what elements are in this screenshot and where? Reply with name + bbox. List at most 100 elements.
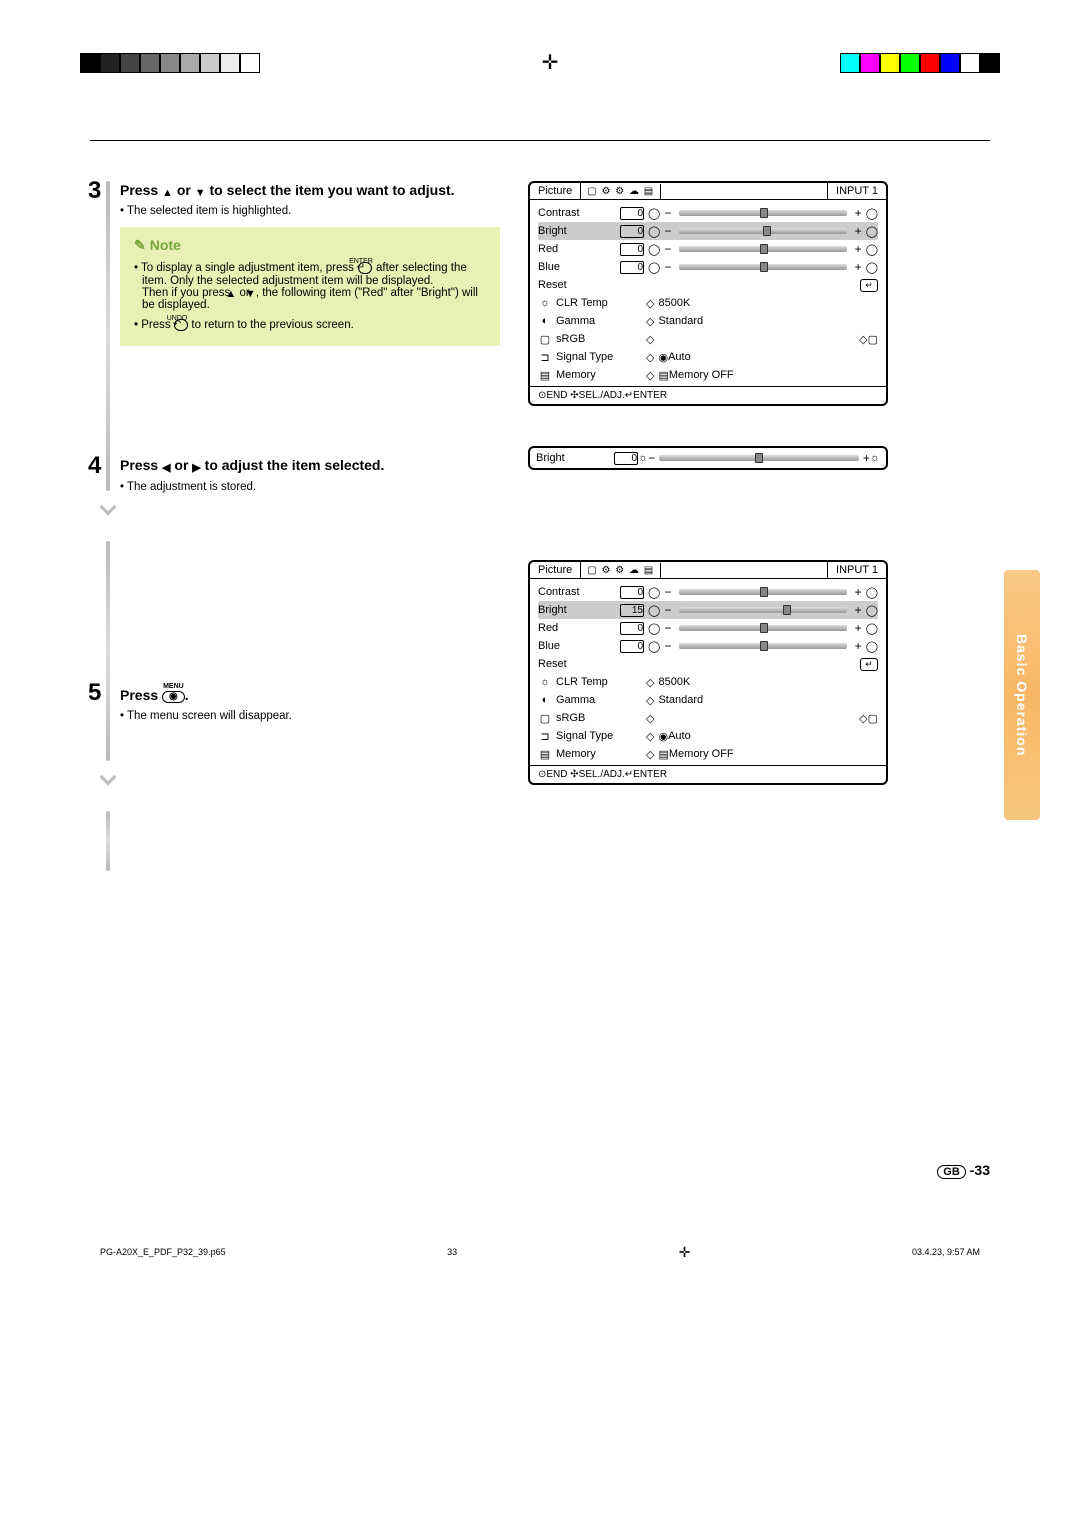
slider-track (659, 455, 859, 461)
step-strip (106, 541, 110, 761)
plus-icon: + (863, 451, 870, 465)
row-label: Contrast (538, 586, 616, 598)
osd-row-reset: Reset↵ (538, 655, 878, 673)
setting-icon: ⊐ (538, 351, 552, 364)
txt: To display a single adjustment item, pre… (141, 262, 357, 274)
txt: Then if you press (142, 287, 233, 299)
registration-mark-icon: ✛ (679, 1244, 691, 1261)
setting-label: sRGB (556, 333, 646, 345)
osd-row-red: Red 0 ◯ − + ◯ (538, 240, 878, 258)
diamond-icon: ◇ (646, 676, 654, 689)
plus-icon: + (855, 242, 862, 256)
diamond-icon: ◇ (646, 712, 654, 725)
diamond-icon: ◇ (646, 694, 654, 707)
setting-icon: ▤ (538, 369, 552, 382)
txt: to select the item you want to adjust. (206, 182, 455, 198)
osd-setting-memory: ▤ Memory ◇▤Memory OFF (538, 745, 878, 763)
slider-track (679, 643, 846, 649)
footer-page: 33 (447, 1247, 457, 1257)
osd-single-item: Bright 0 ☼ − + ☼ (528, 446, 888, 470)
osd-input-badge: INPUT 1 (827, 183, 886, 199)
section-tab-label: Basic Operation (1014, 634, 1030, 756)
osd-row-reset: Reset↵ (538, 276, 878, 294)
enter-key-icon: ↵ (358, 262, 372, 274)
step-title: Press ◀ or ▶ to adjust the item selected… (120, 456, 500, 474)
setting-label: Signal Type (556, 730, 646, 742)
step-number: 4 (88, 452, 101, 480)
row-value: 0 (620, 586, 644, 599)
adjust-icon: ◯ (648, 586, 660, 599)
chevron-down-icon (100, 769, 117, 786)
txt: Press (120, 182, 162, 198)
page-num-text: -33 (970, 1162, 990, 1178)
up-triangle-icon: ▲ (233, 288, 236, 300)
diamond-icon: ◇ (646, 369, 654, 382)
minus-icon: − (664, 242, 671, 256)
osd-setting-signal-type: ⊐ Signal Type ◇◉Auto (538, 727, 878, 745)
row-value: 0 (620, 225, 644, 238)
footer-datetime: 03.4.23, 9:57 AM (912, 1247, 980, 1257)
down-triangle-icon: ▼ (195, 186, 206, 200)
down-triangle-icon: ▼ (253, 288, 256, 300)
diamond-icon: ◇ (646, 333, 654, 346)
footer-file: PG-A20X_E_PDF_P32_39.p65 (100, 1247, 226, 1257)
adjust-icon: ◯ (648, 640, 660, 653)
txt: or (173, 182, 195, 198)
menu-key-icon: ◉ (162, 691, 185, 703)
setting-icon: ☼ (538, 297, 552, 309)
note-label: Note (150, 237, 181, 253)
osd-row-bright: Bright 0 ◯ − + ◯ (538, 222, 878, 240)
adjust-icon: ◯ (648, 243, 660, 256)
osd-setting-clr-temp: ☼ CLR Temp ◇8500K (538, 294, 878, 312)
txt: Press (120, 457, 162, 473)
setting-label: Gamma (556, 315, 646, 327)
row-label: Bright (538, 225, 616, 237)
sun-icon: ☼ (638, 452, 648, 464)
step-number: 3 (88, 177, 101, 205)
step-5: 5 Press MENU◉. • The menu screen will di… (90, 683, 500, 722)
setting-label: Gamma (556, 694, 646, 706)
txt: to adjust the item selected. (201, 457, 385, 473)
osd-row-blue: Blue 0 ◯ − + ◯ (538, 637, 878, 655)
adjust-icon: ◯ (866, 261, 878, 274)
osd-row-bright: Bright 15 ◯ − + ◯ (538, 601, 878, 619)
adjust-icon: ◯ (648, 207, 660, 220)
setting-icon: ▢ (538, 333, 552, 346)
osd-footer: ⊙END ✣SEL./ADJ.↵ENTER (530, 765, 886, 783)
row-label: Blue (538, 640, 616, 652)
step-title: Press ▲ or ▼ to select the item you want… (120, 181, 500, 199)
setting-label: Memory (556, 748, 646, 760)
adjust-icon: ◯ (648, 225, 660, 238)
enter-icon: ↵ (860, 279, 878, 292)
osd-footer: ⊙END ✣SEL./ADJ.↵ENTER (530, 386, 886, 404)
setting-value: 8500K (658, 297, 690, 309)
slider-knob (760, 587, 768, 597)
slider-track (679, 228, 846, 234)
slider-track (679, 210, 846, 216)
osd-setting-memory: ▤ Memory ◇▤Memory OFF (538, 366, 878, 384)
plus-icon: + (855, 603, 862, 617)
plus-icon: + (855, 260, 862, 274)
toggle-icon: ◇▢ (859, 712, 878, 725)
step-strip (106, 811, 110, 871)
memory-icon: ▤ (658, 748, 668, 761)
auto-icon: ◉ (658, 730, 668, 743)
slider-track (679, 246, 846, 252)
footer: PG-A20X_E_PDF_P32_39.p65 33 ✛ 03.4.23, 9… (0, 1238, 1080, 1291)
osd-row-contrast: Contrast 0 ◯ − + ◯ (538, 583, 878, 601)
slider-track (679, 607, 846, 613)
row-value: 0 (620, 261, 644, 274)
row-value: 15 (620, 604, 644, 617)
mini-value: 0 (614, 452, 638, 465)
setting-value: Auto (668, 730, 691, 742)
osd-setting-gamma: ◐ Gamma ◇Standard (538, 691, 878, 709)
setting-value: 8500K (658, 676, 690, 688)
plus-icon: + (855, 639, 862, 653)
osd-tab-icons: ▢ ⚙ ⚙ ☁ ▤ (581, 563, 661, 578)
diamond-icon: ◇ (646, 315, 654, 328)
txt: or (171, 457, 193, 473)
step-4: 4 Press ◀ or ▶ to adjust the item select… (90, 456, 500, 492)
osd-setting-srgb: ▢ sRGB ◇◇▢ (538, 709, 878, 727)
osd-setting-srgb: ▢ sRGB ◇◇▢ (538, 330, 878, 348)
setting-icon: ⊐ (538, 730, 552, 743)
